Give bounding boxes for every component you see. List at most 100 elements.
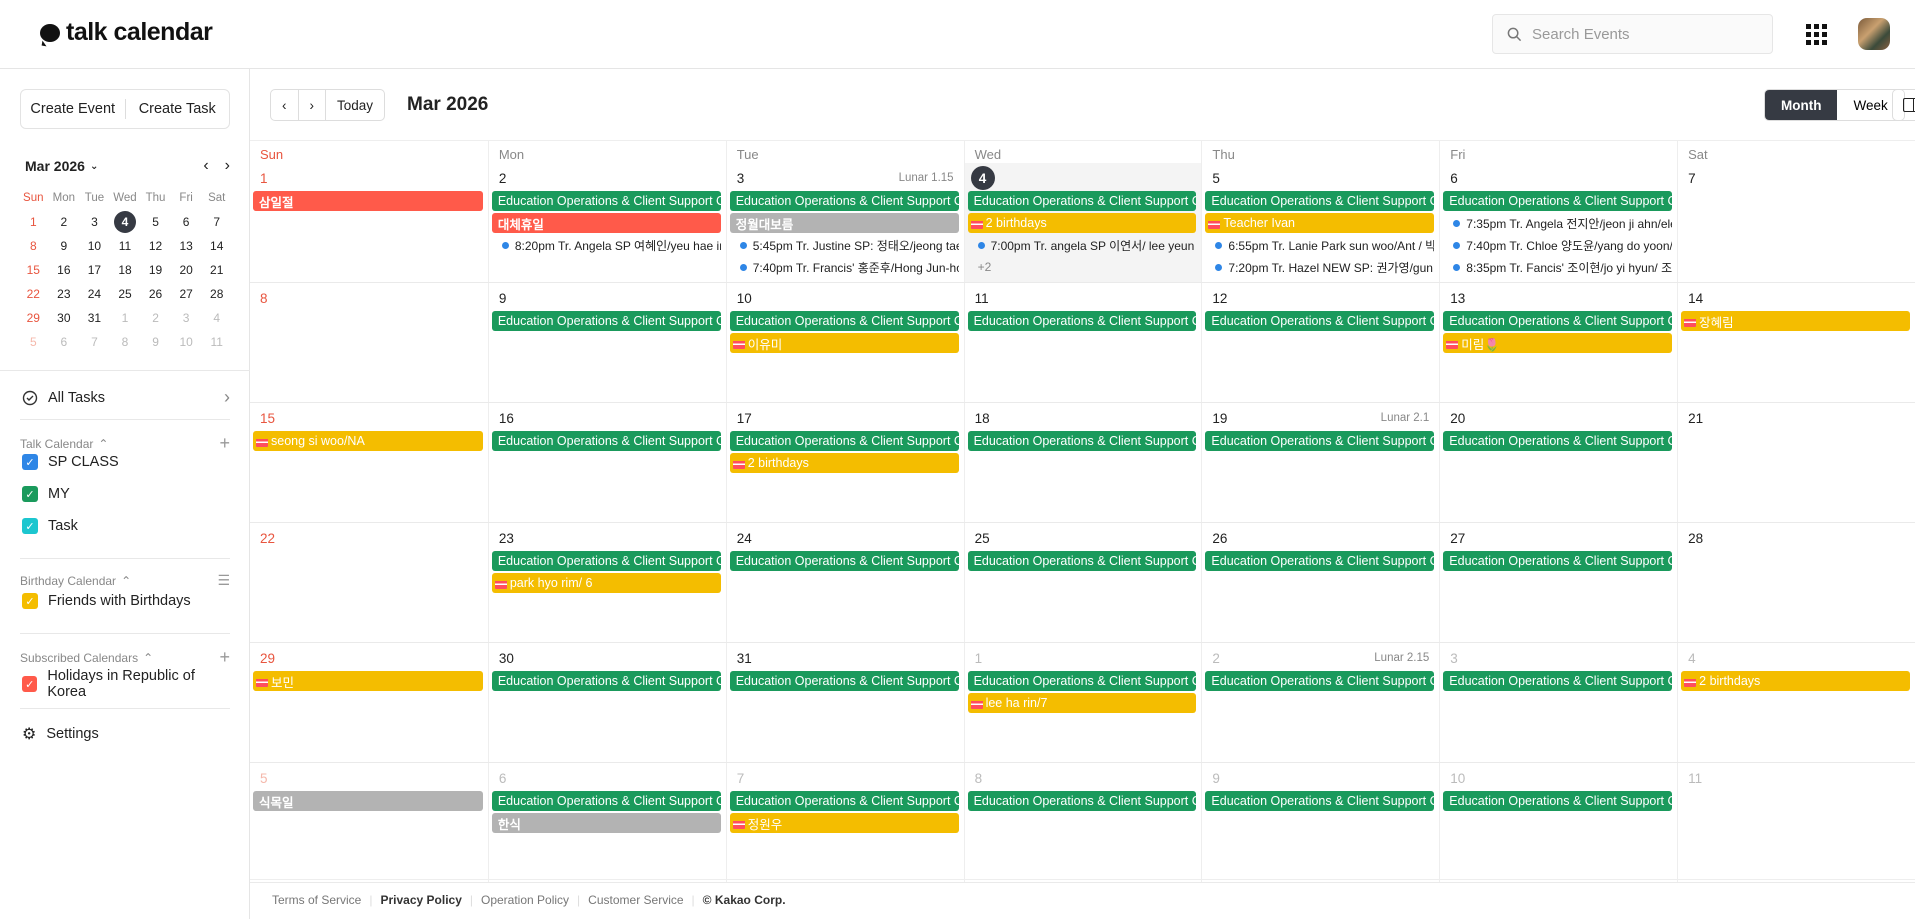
event-chip[interactable]: Education Operations & Client Support Co… bbox=[1205, 551, 1435, 571]
event-chip[interactable]: Education Operations & Client Support Co… bbox=[1205, 311, 1435, 331]
footer-link[interactable]: Privacy Policy bbox=[380, 893, 461, 907]
mini-day[interactable]: 11 bbox=[110, 234, 141, 258]
event-chip[interactable]: Education Operations & Client Support Co… bbox=[729, 311, 959, 331]
day-cell[interactable]: 2 Lunar 2.15 Education Operations & Client… bbox=[1201, 643, 1439, 762]
date-number[interactable]: 1 bbox=[260, 171, 268, 186]
birthday-chip[interactable]: 보민 bbox=[253, 671, 483, 691]
create-event-button[interactable]: Create Event bbox=[21, 90, 125, 128]
mini-day[interactable]: 3 bbox=[79, 210, 110, 234]
holiday-chip[interactable]: 식목일 bbox=[253, 791, 483, 811]
day-cell[interactable]: 28 bbox=[1677, 523, 1915, 642]
date-number[interactable]: 5 bbox=[260, 771, 268, 786]
birthday-calendar-section[interactable]: Birthday Calendar ⌃ ☰ bbox=[20, 572, 230, 589]
date-number[interactable]: 27 bbox=[1450, 531, 1465, 546]
add-calendar-icon[interactable]: + bbox=[219, 433, 230, 454]
event-chip[interactable]: Education Operations & Client Support Co… bbox=[967, 191, 1197, 211]
day-cell[interactable]: 13 Education Operations & Client Support … bbox=[1439, 283, 1677, 402]
date-number[interactable]: 10 bbox=[1450, 771, 1465, 786]
event-chip[interactable]: Education Operations & Client Support Co… bbox=[1205, 431, 1435, 451]
date-number[interactable]: 9 bbox=[1212, 771, 1220, 786]
day-cell[interactable]: 6 Education Operations & Client Support C… bbox=[487, 763, 726, 882]
holiday-chip[interactable]: 삼일절 bbox=[253, 191, 483, 211]
birthday-chip[interactable]: 2 birthdays bbox=[729, 453, 959, 473]
mini-day[interactable]: 18 bbox=[110, 258, 141, 282]
day-cell[interactable]: 27 Education Operations & Client Support … bbox=[1439, 523, 1677, 642]
mini-day[interactable]: 5 bbox=[18, 330, 49, 354]
day-cell[interactable]: 11 bbox=[1677, 763, 1915, 882]
date-number[interactable]: 12 bbox=[1212, 291, 1227, 306]
date-number[interactable]: 20 bbox=[1450, 411, 1465, 426]
day-cell[interactable]: 19 Lunar 2.1 Education Operations & Client… bbox=[1201, 403, 1439, 522]
mini-day[interactable]: 20 bbox=[171, 258, 202, 282]
mini-day[interactable]: 29 bbox=[18, 306, 49, 330]
date-number[interactable]: 11 bbox=[1688, 771, 1702, 786]
day-cell[interactable]: 4 Education Operations & Client Support C… bbox=[963, 163, 1202, 282]
date-number[interactable]: 4 bbox=[1688, 651, 1696, 666]
all-tasks-link[interactable]: All Tasks › bbox=[22, 387, 230, 408]
timed-event[interactable]: 5:45pm Tr. Justine SP: 정태오/jeong tae bbox=[730, 235, 959, 255]
event-chip[interactable]: Education Operations & Client Support Co… bbox=[491, 551, 721, 571]
event-chip[interactable]: Education Operations & Client Support Co… bbox=[967, 791, 1197, 811]
day-cell[interactable]: 29 보민 bbox=[250, 643, 488, 762]
mini-day[interactable]: 25 bbox=[110, 282, 141, 306]
day-cell[interactable]: 26 Education Operations & Client Support … bbox=[1201, 523, 1439, 642]
mini-day[interactable]: 2 bbox=[49, 210, 80, 234]
day-cell[interactable]: 2 Education Operations & Client Support C… bbox=[487, 163, 726, 282]
mini-day[interactable]: 13 bbox=[171, 234, 202, 258]
mini-day[interactable]: 28 bbox=[201, 282, 232, 306]
date-number[interactable]: 17 bbox=[737, 411, 752, 426]
birthday-chip[interactable]: lee ha rin/7 bbox=[967, 693, 1197, 713]
mini-day[interactable]: 7 bbox=[79, 330, 110, 354]
day-cell[interactable]: 21 bbox=[1677, 403, 1915, 522]
event-chip[interactable]: Education Operations & Client Support Co… bbox=[491, 671, 721, 691]
date-number[interactable]: 7 bbox=[1688, 171, 1696, 186]
mini-day[interactable]: 7 bbox=[201, 210, 232, 234]
mini-day[interactable]: 24 bbox=[79, 282, 110, 306]
mini-day[interactable]: 9 bbox=[140, 330, 171, 354]
event-chip[interactable]: Education Operations & Client Support Co… bbox=[491, 431, 721, 451]
checkbox-icon[interactable]: ✓ bbox=[22, 676, 38, 692]
mini-day[interactable]: 3 bbox=[171, 306, 202, 330]
day-cell[interactable]: 7 Education Operations & Client Support C… bbox=[725, 763, 964, 882]
day-cell[interactable]: 22 bbox=[250, 523, 488, 642]
day-cell[interactable]: 15 seong si woo/NA bbox=[250, 403, 488, 522]
timed-event[interactable]: 8:20pm Tr. Angela SP 여혜인/yeu hae in/ bbox=[492, 235, 721, 255]
day-cell[interactable]: 10 Education Operations & Client Support … bbox=[725, 283, 964, 402]
mini-day[interactable]: 15 bbox=[18, 258, 49, 282]
date-number[interactable]: 3 bbox=[1450, 651, 1458, 666]
checkbox-icon[interactable]: ✓ bbox=[22, 518, 38, 534]
mini-day[interactable]: 21 bbox=[201, 258, 232, 282]
day-cell[interactable]: 7 bbox=[1677, 163, 1915, 282]
timed-event[interactable]: 7:20pm Tr. Hazel NEW SP: 권가영/gun g bbox=[1205, 257, 1434, 277]
date-number[interactable]: 13 bbox=[1450, 291, 1465, 306]
birthday-chip[interactable]: 장혜림 bbox=[1681, 311, 1910, 331]
day-cell[interactable]: 16 Education Operations & Client Support … bbox=[487, 403, 726, 522]
day-cell[interactable]: 17 Education Operations & Client Support … bbox=[725, 403, 964, 522]
day-cell[interactable]: 18 Education Operations & Client Support … bbox=[963, 403, 1202, 522]
date-number[interactable]: 3 bbox=[737, 171, 745, 186]
mini-day[interactable]: 11 bbox=[201, 330, 232, 354]
date-number[interactable]: 2 bbox=[499, 171, 507, 186]
date-number[interactable]: 10 bbox=[737, 291, 752, 306]
day-cell[interactable]: 25 Education Operations & Client Support … bbox=[963, 523, 1202, 642]
mini-calendar-title[interactable]: Mar 2026 bbox=[25, 158, 85, 174]
timed-event[interactable]: 7:35pm Tr. Angela 전지안/jeon ji ahn/ele bbox=[1443, 213, 1672, 233]
event-chip[interactable]: Education Operations & Client Support Co… bbox=[729, 791, 959, 811]
timed-event[interactable]: 8:35pm Tr. Fancis' 조이현/jo yi hyun/ 조 bbox=[1443, 257, 1672, 277]
mini-day[interactable]: 6 bbox=[49, 330, 80, 354]
birthday-chip[interactable]: 정원우 bbox=[729, 813, 959, 833]
subscribed-calendars-section[interactable]: Subscribed Calendars ⌃ + bbox=[20, 647, 230, 668]
date-number[interactable]: 29 bbox=[260, 651, 275, 666]
day-cell[interactable]: 42 birthdays bbox=[1677, 643, 1915, 762]
date-number[interactable]: 30 bbox=[499, 651, 514, 666]
mini-day[interactable]: 8 bbox=[18, 234, 49, 258]
event-chip[interactable]: Education Operations & Client Support Co… bbox=[967, 311, 1197, 331]
next-month-icon[interactable]: › bbox=[225, 157, 230, 175]
event-chip[interactable]: Education Operations & Client Support Co… bbox=[729, 191, 959, 211]
event-chip[interactable]: Education Operations & Client Support Co… bbox=[491, 311, 721, 331]
event-chip[interactable]: Education Operations & Client Support Co… bbox=[1443, 671, 1673, 691]
month-view-button[interactable]: Month bbox=[1765, 90, 1838, 120]
today-button[interactable]: Today bbox=[326, 90, 384, 120]
calendar-toggle-item[interactable]: ✓ Friends with Birthdays bbox=[22, 593, 230, 609]
event-chip[interactable]: Education Operations & Client Support Co… bbox=[1443, 791, 1673, 811]
